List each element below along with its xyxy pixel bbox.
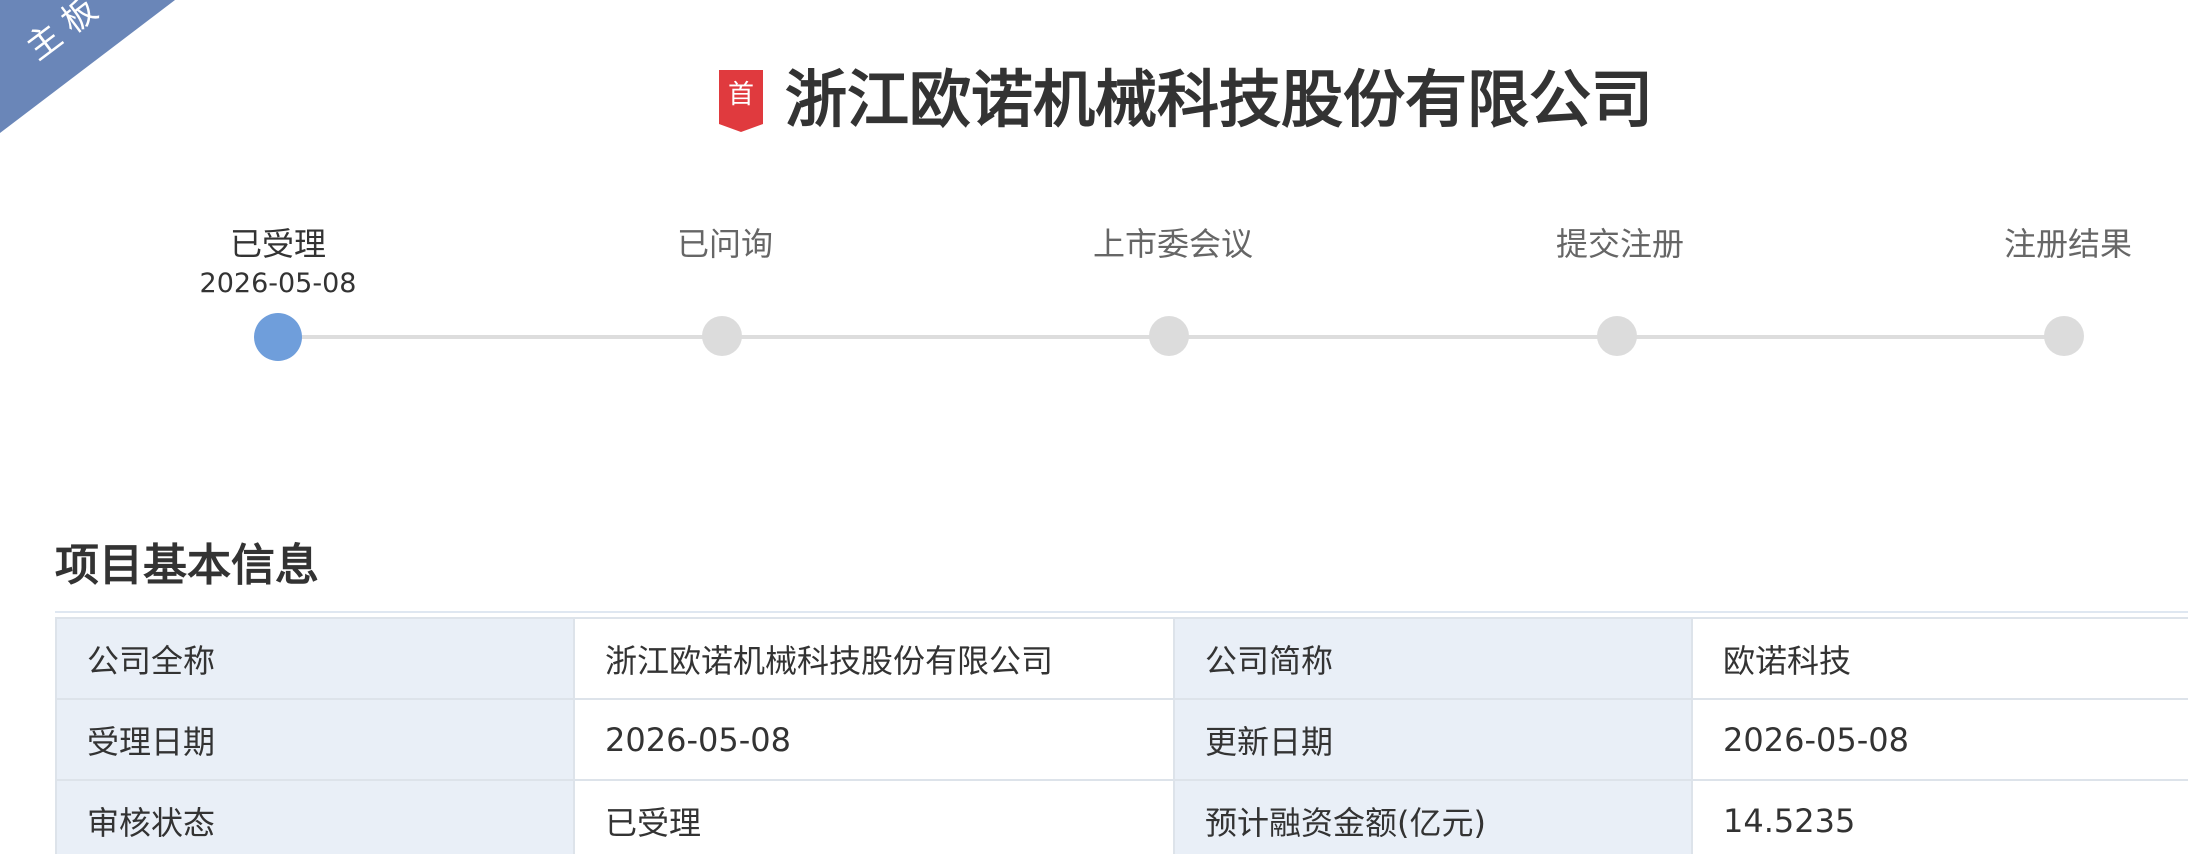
step-label: 已受理 bbox=[229, 225, 326, 263]
field-value: 2026-05-08 bbox=[573, 698, 1175, 781]
field-value: 2026-05-08 bbox=[1691, 698, 2188, 781]
timeline-step-submit-registration: 提交注册 bbox=[1470, 222, 1770, 266]
review-progress-timeline: 已受理 2026-05-08 已问询 上市委会议 提交注册 注册结果 bbox=[0, 0, 2188, 380]
step-label: 上市委会议 bbox=[1092, 225, 1253, 263]
timeline-dot-inquired bbox=[702, 316, 742, 356]
field-value: 欧诺科技 bbox=[1691, 617, 2188, 700]
field-label: 受理日期 bbox=[55, 698, 575, 781]
field-label: 公司简称 bbox=[1173, 617, 1693, 700]
timeline-dot-registration-result bbox=[2044, 316, 2084, 356]
table-row: 受理日期 2026-05-08 更新日期 2026-05-08 bbox=[55, 698, 2188, 781]
timeline-step-registration-result: 注册结果 bbox=[1918, 222, 2188, 266]
section-title: 项目基本信息 bbox=[55, 540, 319, 591]
step-label: 已问询 bbox=[676, 225, 773, 263]
timeline-dot-accepted bbox=[254, 313, 302, 361]
section-divider bbox=[55, 611, 2188, 613]
field-label: 更新日期 bbox=[1173, 698, 1693, 781]
timeline-dot-listing-committee bbox=[1149, 316, 1189, 356]
step-label: 提交注册 bbox=[1555, 225, 1684, 263]
step-label: 注册结果 bbox=[2003, 225, 2132, 263]
field-value: 14.5235 bbox=[1691, 779, 2188, 854]
field-label: 公司全称 bbox=[55, 617, 575, 700]
timeline-step-inquired: 已问询 bbox=[575, 222, 875, 266]
timeline-dot-submit-registration bbox=[1597, 316, 1637, 356]
timeline-step-accepted: 已受理 2026-05-08 bbox=[128, 222, 428, 302]
field-label: 预计融资金额(亿元) bbox=[1173, 779, 1693, 854]
table-row: 公司全称 浙江欧诺机械科技股份有限公司 公司简称 欧诺科技 bbox=[55, 617, 2188, 700]
table-row: 审核状态 已受理 预计融资金额(亿元) 14.5235 bbox=[55, 779, 2188, 854]
timeline-step-listing-committee: 上市委会议 bbox=[1023, 222, 1323, 266]
step-date: 2026-05-08 bbox=[199, 268, 357, 299]
project-detail-page: 主板 首 浙江欧诺机械科技股份有限公司 已受理 2026-05-08 已问询 上… bbox=[0, 0, 2188, 854]
field-value: 浙江欧诺机械科技股份有限公司 bbox=[573, 617, 1175, 700]
project-info-table: 公司全称 浙江欧诺机械科技股份有限公司 公司简称 欧诺科技 受理日期 2026-… bbox=[55, 617, 2188, 854]
field-value: 已受理 bbox=[573, 779, 1175, 854]
field-label: 审核状态 bbox=[55, 779, 575, 854]
